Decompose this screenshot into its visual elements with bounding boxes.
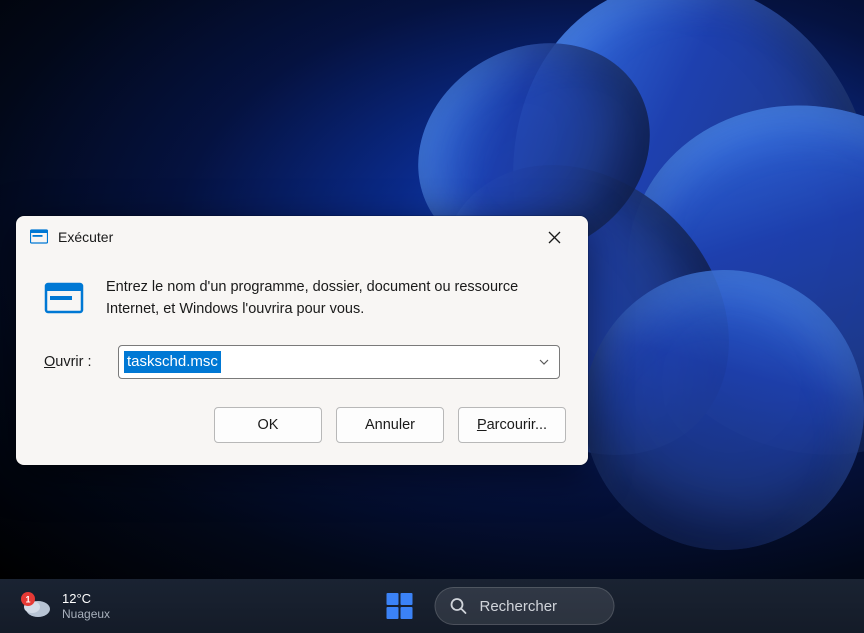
weather-text: 12°C Nuageux: [62, 591, 110, 621]
dialog-title: Exécuter: [58, 229, 532, 245]
start-button[interactable]: [375, 585, 425, 627]
taskbar: 1 12°C Nuageux Rechercher: [0, 579, 864, 633]
weather-temperature: 12°C: [62, 591, 110, 607]
combobox-dropdown-button[interactable]: [529, 356, 559, 368]
ok-button[interactable]: OK: [214, 407, 322, 443]
desktop-background: Exécuter Entrez le nom d'un programme, d…: [0, 0, 864, 579]
svg-text:1: 1: [25, 595, 30, 605]
search-placeholder: Rechercher: [480, 598, 558, 615]
titlebar[interactable]: Exécuter: [16, 216, 588, 254]
dialog-buttons: OK Annuler Parcourir...: [16, 383, 588, 465]
browse-button[interactable]: Parcourir...: [458, 407, 566, 443]
taskbar-center: Rechercher: [250, 579, 615, 633]
taskbar-search[interactable]: Rechercher: [435, 587, 615, 625]
run-dialog: Exécuter Entrez le nom d'un programme, d…: [16, 216, 588, 465]
weather-widget[interactable]: 1 12°C Nuageux: [12, 587, 118, 625]
open-combobox[interactable]: taskschd.msc: [118, 345, 560, 379]
close-button[interactable]: [532, 222, 576, 252]
open-input-selection: taskschd.msc: [124, 351, 221, 373]
run-dialog-icon: [30, 228, 48, 246]
dialog-content: Entrez le nom d'un programme, dossier, d…: [16, 254, 588, 331]
search-icon: [450, 597, 468, 615]
cancel-button[interactable]: Annuler: [336, 407, 444, 443]
open-label: Ouvrir :: [44, 354, 104, 370]
close-icon: [548, 231, 561, 244]
chevron-down-icon: [538, 356, 550, 368]
run-icon: [44, 278, 84, 318]
dialog-description: Entrez le nom d'un programme, dossier, d…: [106, 276, 560, 321]
weather-icon: 1: [20, 591, 52, 621]
open-input-row: Ouvrir : taskschd.msc: [16, 331, 588, 383]
windows-logo-icon: [387, 593, 413, 619]
weather-condition: Nuageux: [62, 607, 110, 621]
